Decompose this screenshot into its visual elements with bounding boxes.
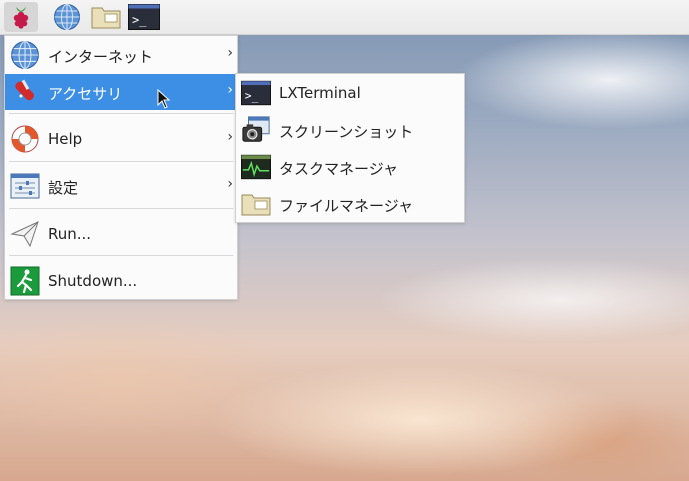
chevron-right-icon: ›: [227, 82, 233, 98]
web-browser-button[interactable]: [50, 2, 84, 32]
taskbar: >_: [0, 0, 689, 35]
menu-separator: [9, 161, 233, 162]
menu-item-internet[interactable]: インターネット ›: [5, 37, 237, 73]
folder-icon: [91, 7, 121, 29]
terminal-icon: >_: [241, 78, 271, 108]
submenu-item-file-manager[interactable]: ファイルマネージャ: [236, 186, 464, 222]
menu-item-shutdown[interactable]: Shutdown...: [5, 263, 237, 299]
exit-running-man-icon: [10, 266, 40, 296]
menu-item-label: Shutdown...: [48, 272, 138, 290]
menu-item-label: 設定: [48, 179, 79, 197]
terminal-button[interactable]: >_: [127, 2, 161, 32]
knife-icon: [10, 77, 40, 107]
chevron-right-icon: ›: [227, 45, 233, 61]
submenu-item-label: スクリーンショット: [279, 123, 414, 141]
terminal-icon: >_: [128, 4, 160, 30]
globe-icon: [54, 4, 80, 30]
menu-separator: [9, 208, 233, 209]
menu-item-help[interactable]: Help ›: [5, 121, 237, 157]
submenu-item-task-manager[interactable]: タスクマネージャ: [236, 149, 464, 185]
submenu-item-label: LXTerminal: [279, 84, 361, 102]
menu-separator: [9, 255, 233, 256]
raspberry-icon: [13, 7, 29, 29]
menu-item-label: インターネット: [48, 48, 154, 66]
file-manager-button[interactable]: [89, 2, 123, 32]
raspberry-menu-button[interactable]: [4, 2, 38, 32]
menu-item-run[interactable]: Run...: [5, 216, 237, 252]
settings-panel-icon: [10, 171, 40, 201]
task-monitor-icon: [241, 152, 271, 182]
chevron-right-icon: ›: [227, 176, 233, 192]
menu-item-label: Run...: [48, 225, 92, 243]
svg-text:>_: >_: [245, 90, 259, 103]
lifebuoy-icon: [10, 124, 40, 154]
mouse-cursor-icon: [157, 89, 171, 109]
camera-icon: [241, 115, 271, 145]
submenu-item-label: ファイルマネージャ: [279, 197, 413, 215]
svg-text:>_: >_: [132, 13, 147, 27]
submenu-item-label: タスクマネージャ: [279, 160, 398, 178]
accessories-submenu: >_ LXTerminal スクリーンショット タスクマネージャ ファイルマネー…: [235, 73, 465, 223]
chevron-right-icon: ›: [227, 129, 233, 145]
menu-item-settings[interactable]: 設定 ›: [5, 168, 237, 204]
folder-icon: [241, 189, 271, 219]
menu-separator: [9, 113, 233, 114]
main-menu: インターネット › アクセサリ › Help › 設定 › Run... Shu…: [4, 35, 238, 300]
menu-item-label: Help: [48, 130, 83, 148]
submenu-item-lxterminal[interactable]: >_ LXTerminal: [236, 75, 464, 111]
submenu-item-screenshot[interactable]: スクリーンショット: [236, 112, 464, 148]
globe-icon: [10, 40, 40, 70]
paper-plane-icon: [10, 219, 40, 249]
menu-item-label: アクセサリ: [48, 85, 123, 103]
menu-item-accessories[interactable]: アクセサリ ›: [5, 74, 237, 110]
